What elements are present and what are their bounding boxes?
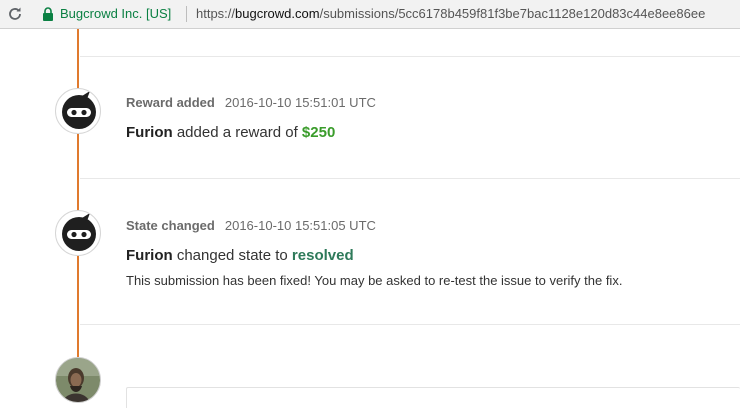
- url-scheme: https://: [196, 6, 236, 21]
- timeline-line: [77, 29, 79, 358]
- url-field[interactable]: https://bugcrowd.com/submissions/5cc6178…: [196, 6, 740, 21]
- event-divider: [80, 178, 740, 179]
- url-host: bugcrowd.com: [235, 6, 320, 21]
- reload-icon[interactable]: [7, 6, 23, 22]
- reward-amount: $250: [301, 124, 336, 141]
- actor-name[interactable]: Furion: [126, 124, 173, 141]
- state-value: resolved: [291, 247, 354, 264]
- ninja-avatar[interactable]: [55, 88, 101, 134]
- site-identity[interactable]: Bugcrowd Inc. [US]: [60, 6, 171, 21]
- event-note: This submission has been fixed! You may …: [126, 273, 623, 288]
- event-header: State changed 2016-10-10 15:51:05 UTC: [126, 218, 376, 233]
- event-divider: [80, 56, 740, 57]
- url-path: /submissions/5cc6178b459f81f3be7bac1128e…: [319, 6, 706, 21]
- lock-icon: [43, 7, 53, 21]
- event-timestamp: 2016-10-10 15:51:05 UTC: [224, 218, 376, 233]
- user-photo-avatar[interactable]: [55, 357, 101, 403]
- event-timestamp: 2016-10-10 15:51:01 UTC: [224, 95, 376, 110]
- ninja-avatar[interactable]: [55, 210, 101, 256]
- actor-name[interactable]: Furion: [126, 247, 173, 264]
- comment-input[interactable]: [126, 387, 740, 408]
- action-text: added a reward of: [172, 124, 302, 141]
- event-divider: [80, 324, 740, 325]
- event-type: Reward added: [126, 95, 215, 110]
- event-header: Reward added 2016-10-10 15:51:01 UTC: [126, 95, 376, 110]
- address-separator: [186, 6, 187, 22]
- event-description: Furion added a reward of $250: [126, 124, 335, 141]
- event-type: State changed: [126, 218, 215, 233]
- event-description: Furion changed state to resolved: [126, 247, 354, 264]
- address-bar: Bugcrowd Inc. [US] https://bugcrowd.com/…: [0, 0, 740, 29]
- action-text: changed state to: [172, 247, 292, 264]
